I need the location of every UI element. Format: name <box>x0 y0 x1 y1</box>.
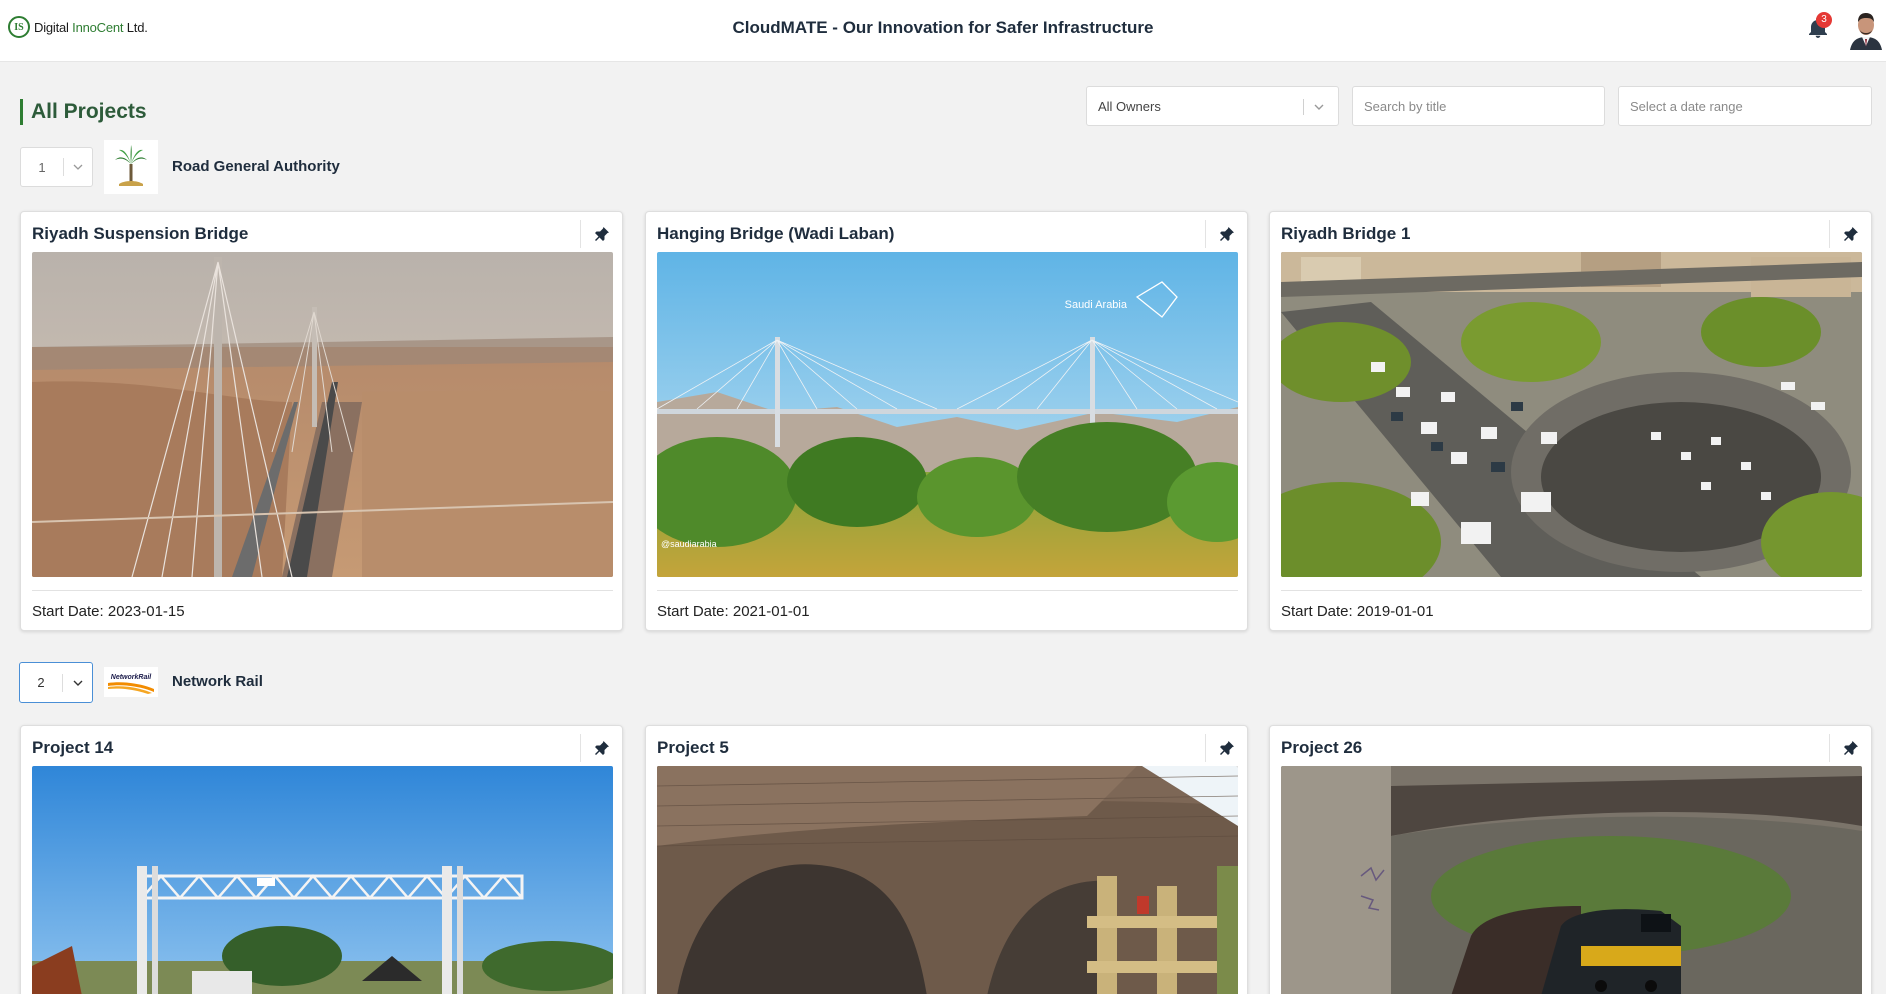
card-divider <box>657 590 1238 591</box>
pin-button[interactable] <box>580 734 622 762</box>
pin-icon[interactable] <box>1219 740 1235 756</box>
top-bar: IS Digital InnoCent Ltd. CloudMATE - Our… <box>0 0 1886 62</box>
project-image[interactable] <box>1281 252 1862 577</box>
chevron-down-icon[interactable] <box>1312 100 1326 114</box>
search-input[interactable]: Search by title <box>1352 86 1605 126</box>
owner-name[interactable]: Road General Authority <box>172 158 340 175</box>
owner-name[interactable]: Network Rail <box>172 673 263 690</box>
select-separator <box>1303 99 1304 115</box>
app-title: CloudMATE - Our Innovation for Safer Inf… <box>732 18 1154 37</box>
user-avatar[interactable] <box>1848 10 1884 50</box>
pin-icon[interactable] <box>1843 740 1859 756</box>
card-divider <box>1281 590 1862 591</box>
project-start-date: Start Date: 2021-01-01 <box>657 603 810 620</box>
owner-filter-value: All Owners <box>1098 98 1161 114</box>
project-image[interactable] <box>32 766 613 994</box>
image-caption: Saudi Arabia <box>1065 299 1128 311</box>
pin-button[interactable] <box>1829 220 1871 248</box>
project-card[interactable]: Riyadh Bridge 1 Start Date: 2019-01-01 <box>1269 211 1872 631</box>
pin-icon[interactable] <box>594 740 610 756</box>
date-range-picker[interactable]: Select a date range <box>1618 86 1872 126</box>
pin-icon[interactable] <box>1843 226 1859 242</box>
network-rail-logo-text: NetworkRail <box>111 674 153 681</box>
chevron-down-icon[interactable] <box>72 677 84 689</box>
card-divider <box>32 590 613 591</box>
pin-button[interactable] <box>1829 734 1871 762</box>
project-card[interactable]: Riyadh Suspension Bridge Start Date: 202… <box>20 211 623 631</box>
project-image[interactable] <box>32 252 613 577</box>
project-card[interactable]: Project 5 <box>645 725 1248 994</box>
network-rail-logo: NetworkRail <box>104 667 158 697</box>
pin-button[interactable] <box>1205 220 1247 248</box>
project-card[interactable]: Project 14 <box>20 725 623 994</box>
project-image[interactable]: Saudi Arabia @saudiarabia <box>657 252 1238 577</box>
project-title[interactable]: Hanging Bridge (Wadi Laban) <box>657 224 894 244</box>
palm-tree-logo <box>104 140 158 194</box>
project-start-date: Start Date: 2023-01-15 <box>32 603 185 620</box>
pin-icon[interactable] <box>1219 226 1235 242</box>
project-image[interactable] <box>657 766 1238 994</box>
project-title[interactable]: Project 14 <box>32 738 113 758</box>
owner-page-select-2[interactable]: 2 <box>19 662 93 703</box>
project-start-date: Start Date: 2019-01-01 <box>1281 603 1434 620</box>
image-credit: @saudiarabia <box>661 539 717 549</box>
owner-page-select-1[interactable]: 1 <box>20 147 93 187</box>
page-number: 1 <box>38 159 46 175</box>
page-number: 2 <box>37 675 45 690</box>
page-title: All Projects <box>20 99 147 125</box>
chevron-down-icon[interactable] <box>72 161 84 173</box>
project-title[interactable]: Riyadh Bridge 1 <box>1281 224 1410 244</box>
pin-button[interactable] <box>1205 734 1247 762</box>
project-title[interactable]: Project 5 <box>657 738 729 758</box>
notification-badge[interactable]: 3 <box>1816 12 1832 28</box>
project-title[interactable]: Project 26 <box>1281 738 1362 758</box>
pin-button[interactable] <box>580 220 622 248</box>
pin-icon[interactable] <box>594 226 610 242</box>
owner-filter-select[interactable]: All Owners <box>1086 86 1339 126</box>
project-title[interactable]: Riyadh Suspension Bridge <box>32 224 248 244</box>
project-card[interactable]: Hanging Bridge (Wadi Laban) Saudi Arabia <box>645 211 1248 631</box>
project-card[interactable]: Project 26 <box>1269 725 1872 994</box>
project-image[interactable] <box>1281 766 1862 994</box>
